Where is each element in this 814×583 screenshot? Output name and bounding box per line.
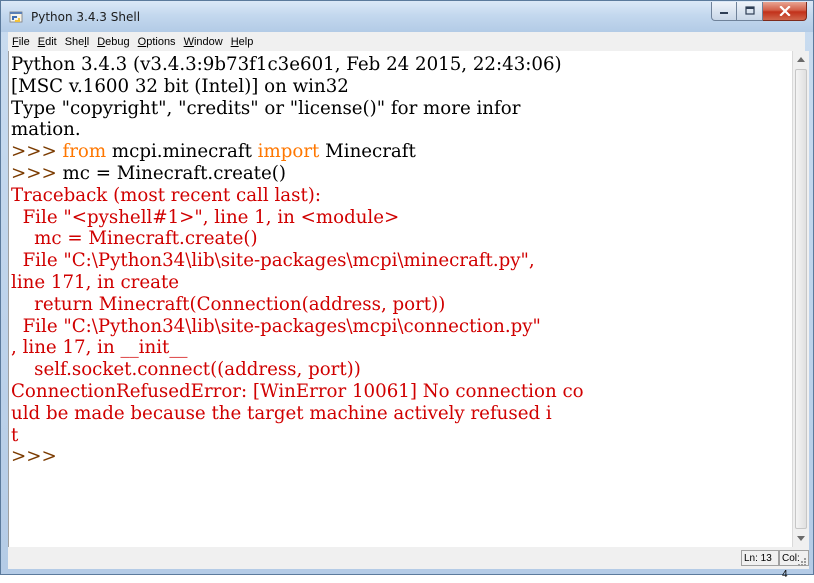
window-controls xyxy=(711,2,807,22)
title-bar[interactable]: Python 3.4.3 Shell xyxy=(1,1,813,32)
traceback-line: line 171, in create xyxy=(11,271,180,293)
prompt: >>> xyxy=(11,162,63,184)
banner-line: Python 3.4.3 (v3.4.3:9b73f1c3e601, Feb 2… xyxy=(11,54,562,75)
traceback-line: self.socket.connect((address, port)) xyxy=(11,359,361,381)
traceback-line: return Minecraft(Connection(address, por… xyxy=(11,293,446,315)
vertical-scrollbar[interactable] xyxy=(792,51,809,547)
command-text: Minecraft xyxy=(319,141,416,163)
command-text: mcpi.minecraft xyxy=(106,141,258,163)
error-message-line: ConnectionRefusedError: [WinError 10061]… xyxy=(11,380,584,402)
close-icon xyxy=(778,6,791,16)
scroll-down-button[interactable] xyxy=(793,530,809,547)
traceback-line: mc = Minecraft.create() xyxy=(11,228,258,250)
traceback-line: File "<pyshell#1>", line 1, in <module> xyxy=(11,206,400,228)
traceback-line: , line 17, in __init__ xyxy=(11,337,188,359)
error-message-line: uld be made because the target machine a… xyxy=(11,402,552,424)
chevron-up-icon xyxy=(797,57,805,62)
keyword-from: from xyxy=(62,141,107,163)
minimize-button[interactable] xyxy=(711,2,737,21)
menu-edit[interactable]: Edit xyxy=(34,36,61,48)
menu-window[interactable]: Window xyxy=(180,36,227,48)
error-message-line: t xyxy=(11,424,19,446)
window-title: Python 3.4.3 Shell xyxy=(31,10,141,24)
traceback-line: File "C:\Python34\lib\site-packages\mcpi… xyxy=(11,250,535,272)
menu-shell[interactable]: Shell xyxy=(61,36,93,48)
python-idle-icon xyxy=(9,11,23,23)
banner-line: [MSC v.1600 32 bit (Intel)] on win32 xyxy=(11,75,349,97)
resize-grip-icon[interactable] xyxy=(797,557,807,567)
menu-bar: File Edit Shell Debug Options Window Hel… xyxy=(8,32,805,51)
menu-help[interactable]: Help xyxy=(227,36,258,48)
current-prompt: >>> xyxy=(11,446,63,468)
prompt: >>> xyxy=(11,141,63,163)
close-button[interactable] xyxy=(763,2,807,21)
idle-shell-window: Python 3.4.3 Shell File Edit Shell Debug… xyxy=(0,0,814,580)
minimize-icon xyxy=(720,12,728,14)
status-bar: Ln: 13 Col: 4 xyxy=(8,547,809,580)
traceback-line: File "C:\Python34\lib\site-packages\mcpi… xyxy=(11,315,541,337)
maximize-icon xyxy=(744,6,755,15)
scroll-thumb[interactable] xyxy=(795,69,807,529)
menu-options[interactable]: Options xyxy=(134,36,180,48)
chevron-down-icon xyxy=(797,536,805,541)
traceback-line: Traceback (most recent call last): xyxy=(11,184,321,206)
line-number-status: Ln: 13 xyxy=(741,550,779,566)
menu-debug[interactable]: Debug xyxy=(93,36,133,48)
shell-text-area[interactable]: Python 3.4.3 (v3.4.3:9b73f1c3e601, Feb 2… xyxy=(8,51,793,547)
command-text: mc = Minecraft.create() xyxy=(62,162,286,184)
scroll-up-button[interactable] xyxy=(793,51,809,68)
keyword-import: import xyxy=(257,141,320,163)
banner-line: mation. xyxy=(11,119,81,141)
banner-line: Type "copyright", "credits" or "license(… xyxy=(11,97,521,119)
maximize-button[interactable] xyxy=(737,2,763,21)
menu-file[interactable]: File xyxy=(8,36,34,48)
